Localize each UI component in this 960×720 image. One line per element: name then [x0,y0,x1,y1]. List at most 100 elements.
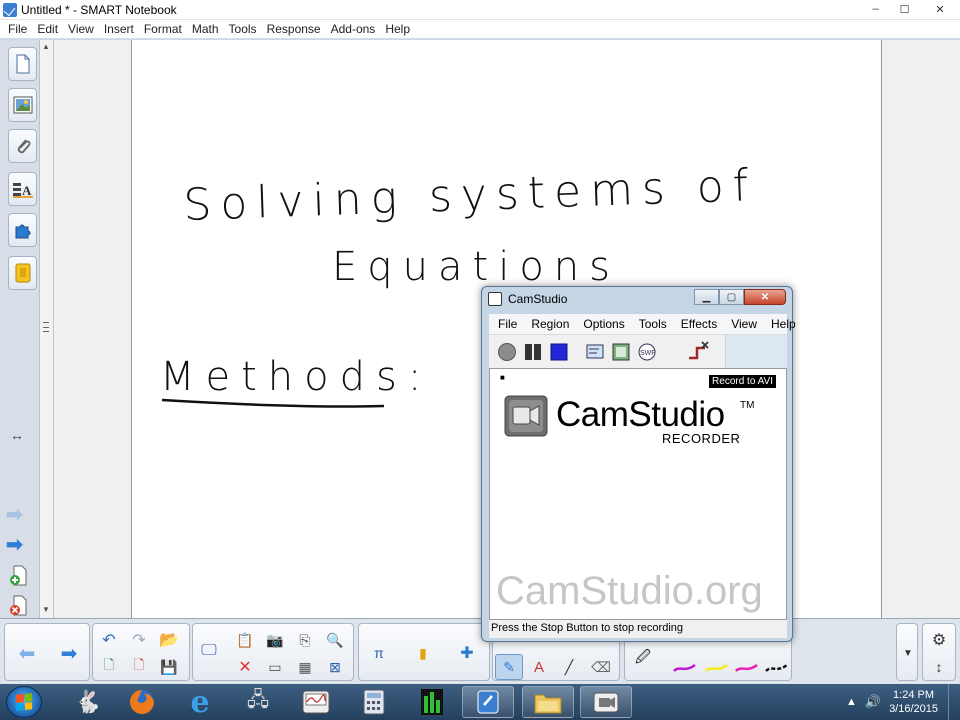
show-desktop-button[interactable] [948,684,960,720]
sidebar-scrollbar[interactable]: ▲ ▼ [40,40,54,618]
add-page-toolbar-icon[interactable]: 🗋 [95,654,123,680]
menu-insert[interactable]: Insert [99,22,139,36]
magenta-pen-swatch[interactable] [735,661,759,675]
taskbar-rabbit-app[interactable]: 🐇 [62,686,114,718]
camstudio-menu-options[interactable]: Options [576,317,631,331]
camstudio-menu-help[interactable]: Help [764,317,803,331]
menu-help[interactable]: Help [380,22,415,36]
video-options-icon[interactable] [611,342,631,362]
taskbar-calculator[interactable] [348,686,400,718]
add-ons-tab[interactable] [8,213,37,247]
camstudio-minimize-button[interactable]: ▁ [694,289,719,305]
swf-producer-icon[interactable]: SWF [637,342,657,362]
back-arrow-icon[interactable]: ⬅ [13,640,41,666]
taskbar-network-app[interactable]: 🖧 [232,686,284,718]
response-tab[interactable] [8,256,37,290]
clear-page-icon[interactable]: ⊠ [321,654,349,680]
delete-page-toolbar-icon[interactable]: 🗋 [125,654,153,680]
svg-text:A: A [22,183,32,198]
taskbar-firefox[interactable] [116,686,168,718]
open-folder-icon[interactable]: 📂 [155,627,183,653]
stop-button-icon[interactable] [549,342,569,362]
table-icon[interactable]: ▦ [291,654,319,680]
camstudio-menu-view[interactable]: View [724,317,764,331]
annotation-icon[interactable] [585,342,605,362]
save-icon[interactable]: 💾 [155,654,183,680]
record-to-avi-label: Record to AVI [709,375,776,388]
black-pen-swatch[interactable] [765,661,789,675]
undo-icon[interactable]: ↶ [95,627,123,653]
scroll-down-icon[interactable]: ▼ [42,605,50,614]
pause-button-icon[interactable] [523,342,543,362]
purple-pen-swatch[interactable] [673,661,697,675]
attachments-tab[interactable] [8,129,37,163]
delete-page-icon[interactable] [8,595,30,617]
delete-icon[interactable]: ✕ [231,654,259,680]
text-icon[interactable]: A [525,654,553,680]
clock[interactable]: 1:24 PM 3/16/2015 [889,688,938,716]
pen-settings-icon[interactable]: 🖉 [629,646,657,672]
navigation-group: ⬅ ➡ [4,623,90,681]
taskbar-oscilloscope-app[interactable] [290,686,342,718]
splitter-grip-icon[interactable] [43,322,49,332]
menu-response[interactable]: Response [262,22,326,36]
full-screen-icon[interactable]: ▭ [261,654,289,680]
add-page-icon[interactable] [8,565,30,587]
move-toolbar-icon[interactable]: ↕ [925,654,953,680]
meter-icon [302,690,330,714]
redo-icon[interactable]: ↷ [125,627,153,653]
minimize-button[interactable]: – [862,0,889,18]
taskbar-internet-explorer[interactable]: e [174,685,226,720]
math-pi-icon[interactable]: π [365,640,393,666]
menu-add-ons[interactable]: Add-ons [326,22,381,36]
camstudio-menu-region[interactable]: Region [524,317,576,331]
camstudio-menu-file[interactable]: File [491,317,524,331]
start-button[interactable] [6,686,42,718]
menu-edit[interactable]: Edit [32,22,63,36]
taskbar-file-explorer[interactable] [522,686,574,718]
menu-file[interactable]: File [3,22,32,36]
screen-shade-icon[interactable]: 🖵 [195,638,223,664]
record-button-icon[interactable] [497,342,517,362]
camstudio-window-controls: ▁ ▢ ✕ [694,289,786,305]
taskbar-audio-meter[interactable] [406,686,458,718]
volume-icon[interactable]: 🔊 [865,694,881,710]
pens-icon[interactable]: ✎ [495,654,523,680]
scroll-up-icon[interactable]: ▲ [42,42,50,51]
line-icon[interactable]: ╱ [555,654,583,680]
maximize-button[interactable]: ☐ [891,0,918,18]
yellow-pen-swatch[interactable] [705,661,729,675]
taskbar-camstudio[interactable] [580,686,632,718]
gear-icon[interactable]: ⚙ [925,627,953,653]
firefox-icon [130,690,154,714]
next-page-arrow-icon[interactable]: ➡ [6,532,23,557]
screen-capture-icon[interactable]: 📷 [261,627,289,653]
windows-logo-icon [16,693,32,711]
show-hidden-icons-icon[interactable]: ▲ [846,696,857,708]
menu-math[interactable]: Math [187,22,224,36]
taskbar-smart-notebook[interactable] [462,686,514,718]
properties-tab[interactable]: A [8,172,37,206]
gallery-tab[interactable] [8,88,37,122]
properties-icon: A [12,183,33,198]
camstudio-menu-tools[interactable]: Tools [632,317,674,331]
menu-format[interactable]: Format [139,22,187,36]
page-sorter-tab[interactable] [8,47,37,81]
camstudio-maximize-button[interactable]: ▢ [719,289,744,305]
autopan-icon[interactable] [687,340,711,362]
previous-page-arrow-icon[interactable]: ➡ [6,502,23,527]
forward-arrow-icon[interactable]: ➡ [55,640,83,666]
menu-view[interactable]: View [63,22,99,36]
camstudio-menu-effects[interactable]: Effects [674,317,724,331]
menu-tools[interactable]: Tools [224,22,262,36]
paste-icon[interactable]: 📋 [231,627,259,653]
puzzle-toolbar-icon[interactable]: ✚ [453,640,481,666]
camstudio-close-button[interactable]: ✕ [744,289,786,305]
eraser-icon[interactable]: ⌫ [587,654,615,680]
insert-icon[interactable]: ⎘ [291,627,319,653]
more-dropdown-icon[interactable]: ▼ [894,640,922,666]
response-toolbar-icon[interactable]: ▮ [409,640,437,666]
close-button[interactable]: ✕ [920,0,960,18]
move-sidebar-icon[interactable]: ↔ [10,427,24,443]
document-camera-icon[interactable]: 🔍 [321,627,349,653]
